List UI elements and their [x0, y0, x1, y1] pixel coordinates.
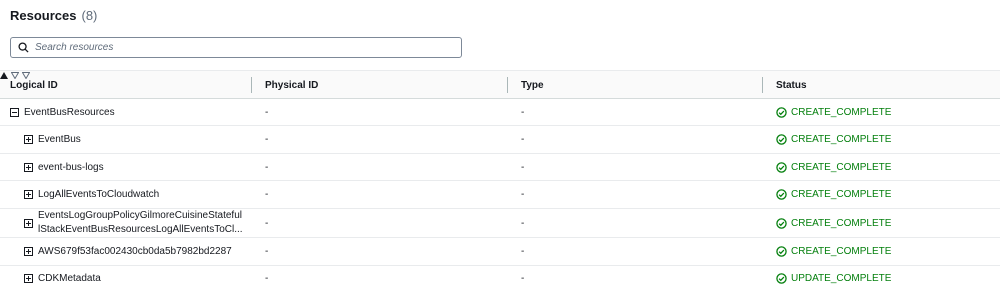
type-cell: - — [521, 189, 525, 200]
logical-id-line: lStackEventBusResourcesLogAllEventsToCl.… — [38, 224, 243, 235]
logical-id: LogAllEventsToCloudwatch — [38, 189, 160, 200]
column-header-status[interactable]: Status — [776, 71, 807, 99]
expand-icon[interactable] — [24, 135, 33, 144]
column-header-type[interactable]: Type — [521, 71, 544, 99]
physical-id-cell: - — [265, 272, 269, 284]
success-check-icon — [776, 161, 787, 173]
status-text: CREATE_COMPLETE — [791, 217, 892, 229]
panel-header: Resources (8) — [10, 8, 97, 26]
success-check-icon — [776, 106, 787, 118]
type-cell: - — [521, 134, 525, 145]
column-header-physical-id[interactable]: Physical ID — [265, 71, 318, 99]
logical-id-line: EventsLogGroupPolicyGilmoreCuisineStatef… — [38, 210, 242, 221]
table-row: AWS679f53fac002430cb0da5b7982bd2287 - - … — [0, 238, 1000, 266]
page-title: Resources — [10, 8, 77, 23]
status-text: CREATE_COMPLETE — [791, 189, 892, 200]
table-row: CDKMetadata - - UPDATE_COMPLETE — [0, 266, 1000, 290]
status-cell: CREATE_COMPLETE — [776, 126, 891, 153]
table-row: EventBusResources - - CREATE_COMPLETE — [0, 99, 1000, 126]
logical-id: AWS679f53fac002430cb0da5b7982bd2287 — [38, 246, 232, 257]
logical-id: EventsLogGroupPolicyGilmoreCuisineStatef… — [38, 209, 243, 237]
column-divider[interactable] — [762, 77, 763, 93]
logical-id-cell: EventBusResources — [10, 99, 115, 125]
physical-id-cell: - — [265, 106, 269, 118]
logical-id: event-bus-logs — [38, 161, 104, 173]
status-text: UPDATE_COMPLETE — [791, 272, 892, 284]
table-row: event-bus-logs - - CREATE_COMPLETE — [0, 154, 1000, 181]
type-cell: - — [521, 246, 525, 257]
column-label: Physical ID — [265, 79, 319, 91]
search-box[interactable] — [10, 37, 462, 58]
type-cell: - — [521, 106, 525, 118]
logical-id-cell: CDKMetadata — [24, 266, 101, 290]
logical-id-cell: EventBus — [24, 126, 81, 153]
expand-icon[interactable] — [24, 247, 33, 256]
table-header: Logical ID Physical ID Type Status — [0, 70, 1000, 99]
status-cell: UPDATE_COMPLETE — [776, 266, 891, 290]
type-cell: - — [521, 161, 525, 173]
type-cell: - — [521, 272, 525, 284]
logical-id: EventBus — [38, 134, 81, 145]
physical-id-cell: - — [265, 246, 269, 257]
logical-id: CDKMetadata — [38, 272, 101, 284]
success-check-icon — [776, 272, 787, 284]
success-check-icon — [776, 189, 787, 200]
success-check-icon — [776, 134, 787, 145]
success-check-icon — [776, 246, 787, 257]
expand-icon[interactable] — [24, 190, 33, 199]
search-input[interactable] — [35, 42, 435, 53]
logical-id: EventBusResources — [24, 106, 115, 118]
physical-id-cell: - — [265, 217, 269, 229]
column-label: Type — [521, 79, 544, 91]
physical-id-cell: - — [265, 134, 269, 145]
logical-id-cell: event-bus-logs — [24, 154, 104, 180]
column-divider[interactable] — [251, 77, 252, 93]
success-check-icon — [776, 217, 787, 229]
expand-icon[interactable] — [24, 273, 33, 283]
table-row: LogAllEventsToCloudwatch - - CREATE_COMP… — [0, 181, 1000, 209]
status-text: CREATE_COMPLETE — [791, 106, 892, 118]
status-cell: CREATE_COMPLETE — [776, 181, 891, 208]
column-header-logical-id[interactable]: Logical ID — [10, 71, 58, 99]
resource-count: (8) — [81, 8, 98, 23]
column-label: Status — [776, 79, 807, 91]
resources-panel: Resources (8) Logical ID Physical ID Typ… — [0, 0, 1000, 290]
status-cell: CREATE_COMPLETE — [776, 238, 891, 265]
search-icon — [17, 42, 29, 54]
type-cell: - — [521, 217, 525, 229]
logical-id-cell: EventsLogGroupPolicyGilmoreCuisineStatef… — [24, 209, 243, 237]
status-text: CREATE_COMPLETE — [791, 161, 892, 173]
physical-id-cell: - — [265, 161, 269, 173]
table-row: EventBus - - CREATE_COMPLETE — [0, 126, 1000, 154]
column-divider[interactable] — [507, 77, 508, 93]
expand-icon[interactable] — [24, 218, 33, 228]
physical-id-cell: - — [265, 189, 269, 200]
status-cell: CREATE_COMPLETE — [776, 99, 891, 125]
status-text: CREATE_COMPLETE — [791, 134, 892, 145]
logical-id-cell: AWS679f53fac002430cb0da5b7982bd2287 — [24, 238, 232, 265]
logical-id-cell: LogAllEventsToCloudwatch — [24, 181, 159, 208]
table-row: EventsLogGroupPolicyGilmoreCuisineStatef… — [0, 209, 1000, 238]
collapse-icon[interactable] — [10, 107, 19, 117]
status-cell: CREATE_COMPLETE — [776, 209, 891, 237]
status-cell: CREATE_COMPLETE — [776, 154, 891, 180]
status-text: CREATE_COMPLETE — [791, 246, 892, 257]
expand-icon[interactable] — [24, 162, 33, 172]
column-label: Logical ID — [10, 79, 58, 91]
